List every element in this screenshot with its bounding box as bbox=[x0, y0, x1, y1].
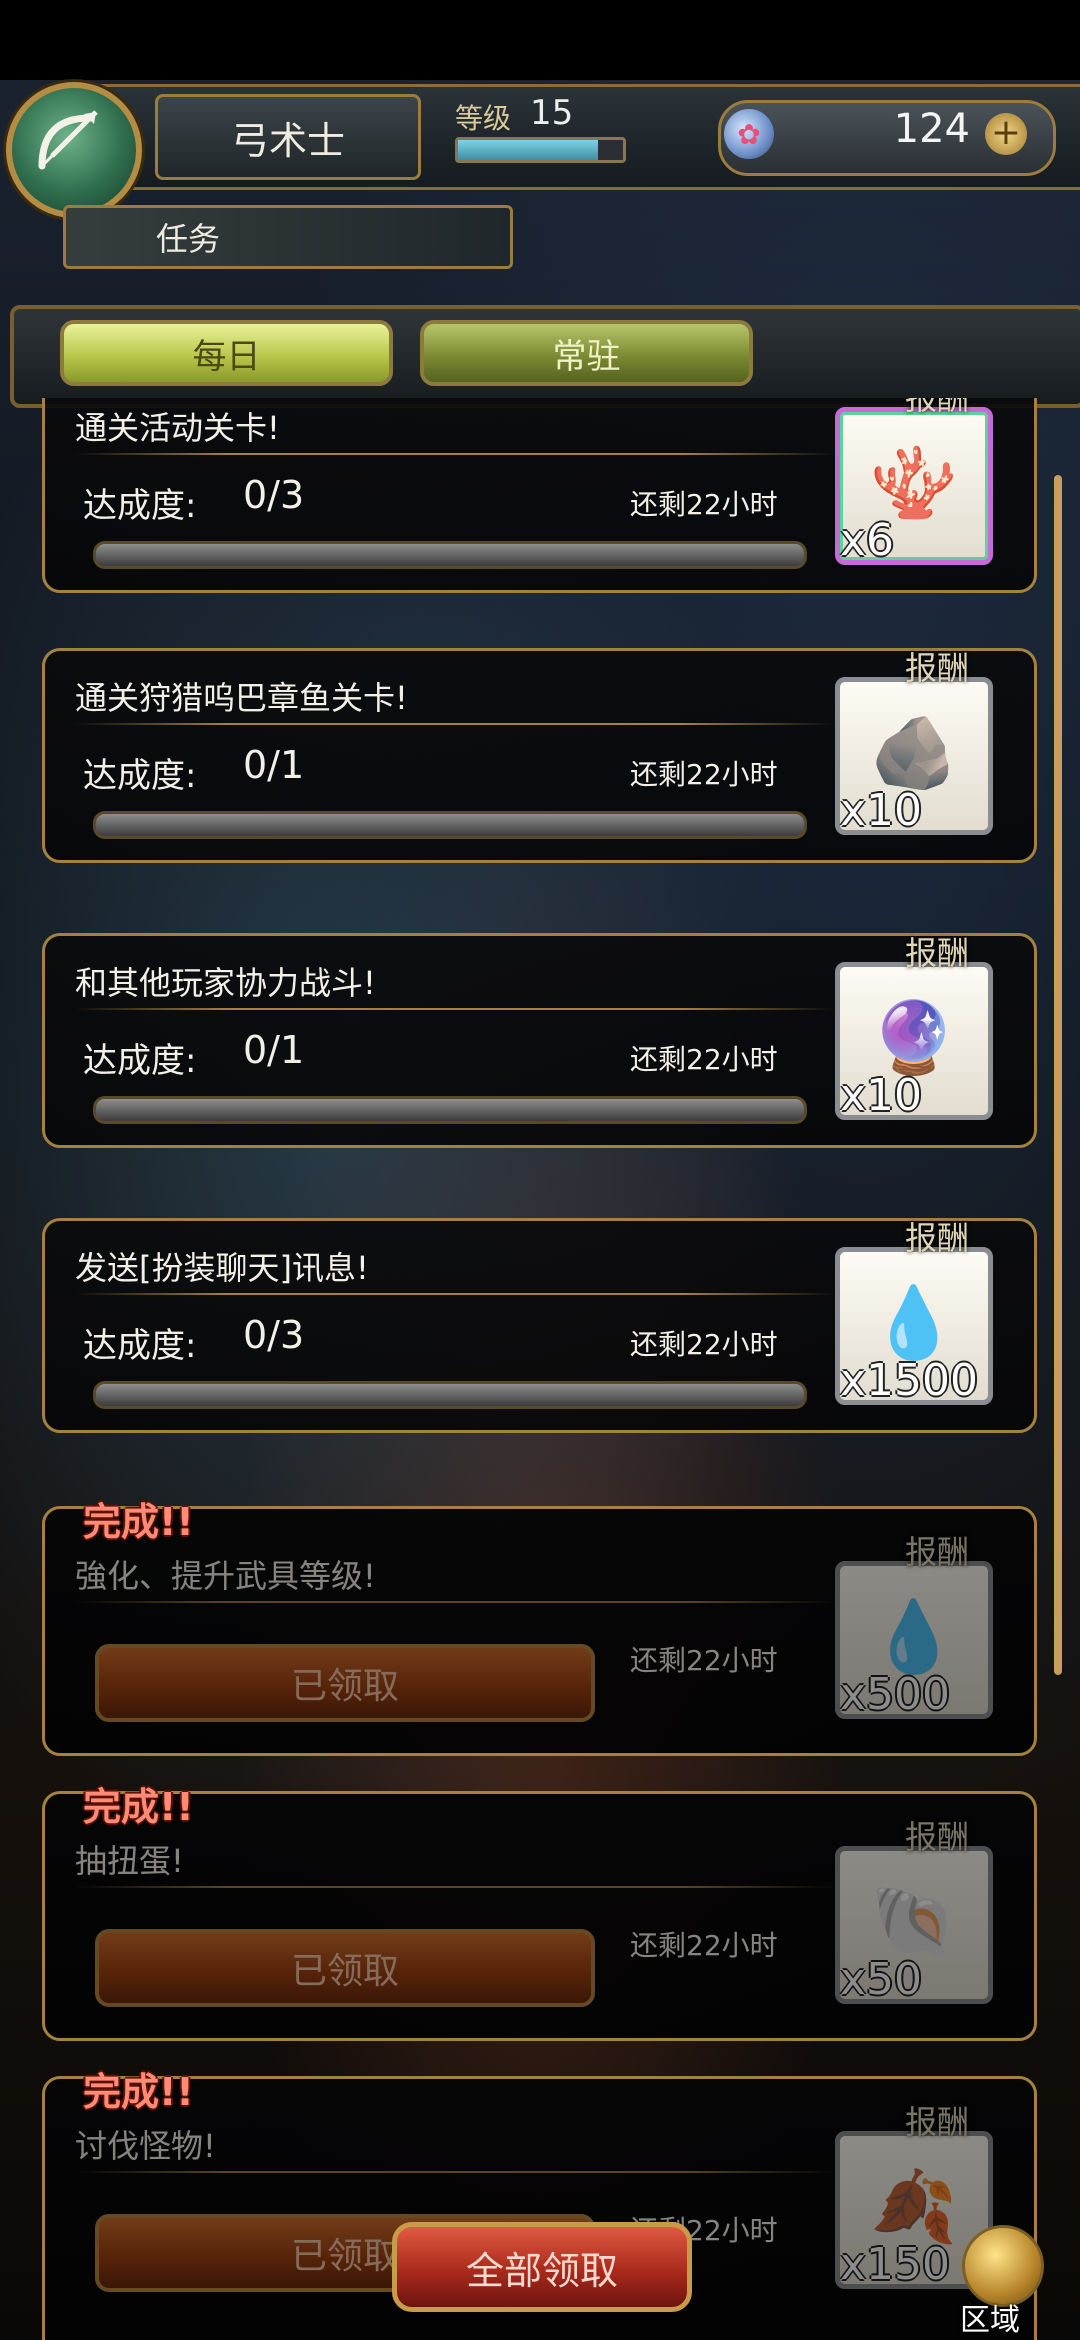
ore-chunk-icon: 🪨 bbox=[870, 711, 958, 794]
progress-bar bbox=[93, 811, 807, 839]
reward-slot[interactable]: 💧 x500 bbox=[835, 1561, 993, 1720]
progress-bar bbox=[93, 1096, 807, 1124]
time-left: 还剩22小时 bbox=[630, 1328, 778, 1361]
progress-label: 达成度: bbox=[83, 1041, 197, 1081]
claimed-button[interactable]: 已领取 bbox=[95, 1929, 595, 2007]
tab-daily[interactable]: 每日 bbox=[60, 320, 393, 386]
divider bbox=[75, 2171, 835, 2173]
divider bbox=[75, 453, 835, 455]
quest-title: 強化、提升武具等级! bbox=[75, 1557, 376, 1595]
class-name: 弓术士 bbox=[155, 94, 421, 180]
divider bbox=[75, 1886, 835, 1888]
add-currency-button[interactable]: + bbox=[985, 113, 1027, 155]
done-flag: 完成!! bbox=[83, 1785, 194, 1829]
reward-qty: x500 bbox=[840, 1669, 951, 1720]
tab-permanent[interactable]: 常驻 bbox=[420, 320, 753, 386]
claim-all-button[interactable]: 全部领取 bbox=[392, 2222, 692, 2312]
region-button[interactable]: 区域 bbox=[950, 2225, 1060, 2338]
claimed-button[interactable]: 已领取 bbox=[95, 1644, 595, 1722]
divider bbox=[75, 1601, 835, 1603]
reward-qty: x10 bbox=[840, 1070, 923, 1121]
quest-card: 和其他玩家协力战斗! 达成度: 0/1 还剩22小时 🔮 x10 报酬 bbox=[42, 933, 1037, 1148]
scrollbar[interactable] bbox=[1054, 475, 1062, 1675]
reward-qty: x10 bbox=[840, 785, 923, 836]
reward-label: 报酬 bbox=[904, 649, 969, 687]
done-flag: 完成!! bbox=[83, 1500, 194, 1544]
class-badge[interactable] bbox=[6, 82, 142, 218]
xp-bar-fill bbox=[458, 140, 599, 160]
reward-slot[interactable]: 🪨 x10 bbox=[835, 677, 993, 836]
blue-pouch-icon: 💧 bbox=[870, 1595, 958, 1678]
section-title: 任务 bbox=[63, 205, 513, 269]
reward-qty: x6 bbox=[840, 515, 895, 566]
progress-label: 达成度: bbox=[83, 1326, 197, 1366]
currency-count: 124 bbox=[893, 106, 970, 152]
quest-title: 讨伐怪物! bbox=[75, 2127, 216, 2165]
progress-value: 0/3 bbox=[243, 1313, 305, 1357]
reward-label: 报酬 bbox=[904, 934, 969, 972]
level-label: 等级 bbox=[455, 102, 512, 135]
progress-value: 0/3 bbox=[243, 473, 305, 517]
time-left: 还剩22小时 bbox=[630, 1644, 778, 1677]
reward-label: 报酬 bbox=[904, 2103, 969, 2141]
blue-pouch-icon: 💧 bbox=[870, 1281, 958, 1364]
progress-label: 达成度: bbox=[83, 756, 197, 796]
progress-label: 达成度: bbox=[83, 486, 197, 526]
divider bbox=[75, 1008, 835, 1010]
progress-bar bbox=[93, 1381, 807, 1409]
reward-label: 报酬 bbox=[904, 398, 969, 417]
quest-card: 通关狩猎呜巴章鱼关卡! 达成度: 0/1 还剩22小时 🪨 x10 报酬 bbox=[42, 648, 1037, 863]
reward-qty: x50 bbox=[840, 1954, 923, 2005]
done-flag: 完成!! bbox=[83, 2070, 194, 2114]
divider bbox=[75, 723, 835, 725]
time-left: 还剩22小时 bbox=[630, 758, 778, 791]
reward-slot[interactable]: 🐚 x50 bbox=[835, 1846, 993, 2005]
progress-bar bbox=[93, 541, 807, 569]
reward-slot[interactable]: 💧 x1500 bbox=[835, 1247, 993, 1406]
quest-title: 通关活动关卡! bbox=[75, 409, 280, 447]
coral-gem-icon: ✿ bbox=[724, 109, 774, 159]
divider bbox=[75, 1293, 835, 1295]
pearl-shell-icon: 🐚 bbox=[870, 1880, 958, 1963]
time-left: 还剩22小时 bbox=[630, 1043, 778, 1076]
coral-crystal-icon: 🪸 bbox=[870, 441, 958, 524]
quest-card-completed: 強化、提升武具等级! 还剩22小时 已领取 💧 x500 报酬 完成!! bbox=[42, 1500, 1037, 1756]
reward-label: 报酬 bbox=[904, 1219, 969, 1257]
level-value: 15 bbox=[530, 93, 574, 133]
quest-title: 通关狩猎呜巴章鱼关卡! bbox=[75, 679, 408, 717]
quest-title: 发送[扮装聊天]讯息! bbox=[75, 1249, 369, 1287]
quest-card-completed: 抽扭蛋! 还剩22小时 已领取 🐚 x50 报酬 完成!! bbox=[42, 1785, 1037, 2041]
time-left: 还剩22小时 bbox=[630, 488, 778, 521]
region-label: 区域 bbox=[960, 2303, 1020, 2338]
quest-title: 抽扭蛋! bbox=[75, 1842, 184, 1880]
reward-slot[interactable]: 🪸 x6 bbox=[835, 407, 993, 566]
reward-label: 报酬 bbox=[904, 1818, 969, 1856]
reward-slot[interactable]: 🔮 x10 bbox=[835, 962, 993, 1121]
progress-value: 0/1 bbox=[243, 1028, 305, 1072]
red-pouch-icon: 🍂 bbox=[870, 2165, 958, 2248]
quest-card: 发送[扮装聊天]讯息! 达成度: 0/3 还剩22小时 💧 x1500 报酬 bbox=[42, 1218, 1037, 1433]
progress-value: 0/1 bbox=[243, 743, 305, 787]
quest-list[interactable]: 通关活动关卡! 达成度: 0/3 还剩22小时 🪸 x6 报酬 通关狩猎呜巴章鱼… bbox=[0, 398, 1080, 2340]
bow-icon bbox=[38, 110, 98, 170]
xp-bar bbox=[455, 137, 626, 163]
dark-orb-icon: 🔮 bbox=[870, 996, 958, 1079]
quest-card: 通关活动关卡! 达成度: 0/3 还剩22小时 🪸 x6 报酬 bbox=[42, 398, 1037, 593]
time-left: 还剩22小时 bbox=[630, 1929, 778, 1962]
reward-qty: x150 bbox=[840, 2239, 951, 2290]
quest-title: 和其他玩家协力战斗! bbox=[75, 964, 376, 1002]
reward-label: 报酬 bbox=[904, 1533, 969, 1571]
reward-qty: x1500 bbox=[840, 1355, 979, 1406]
